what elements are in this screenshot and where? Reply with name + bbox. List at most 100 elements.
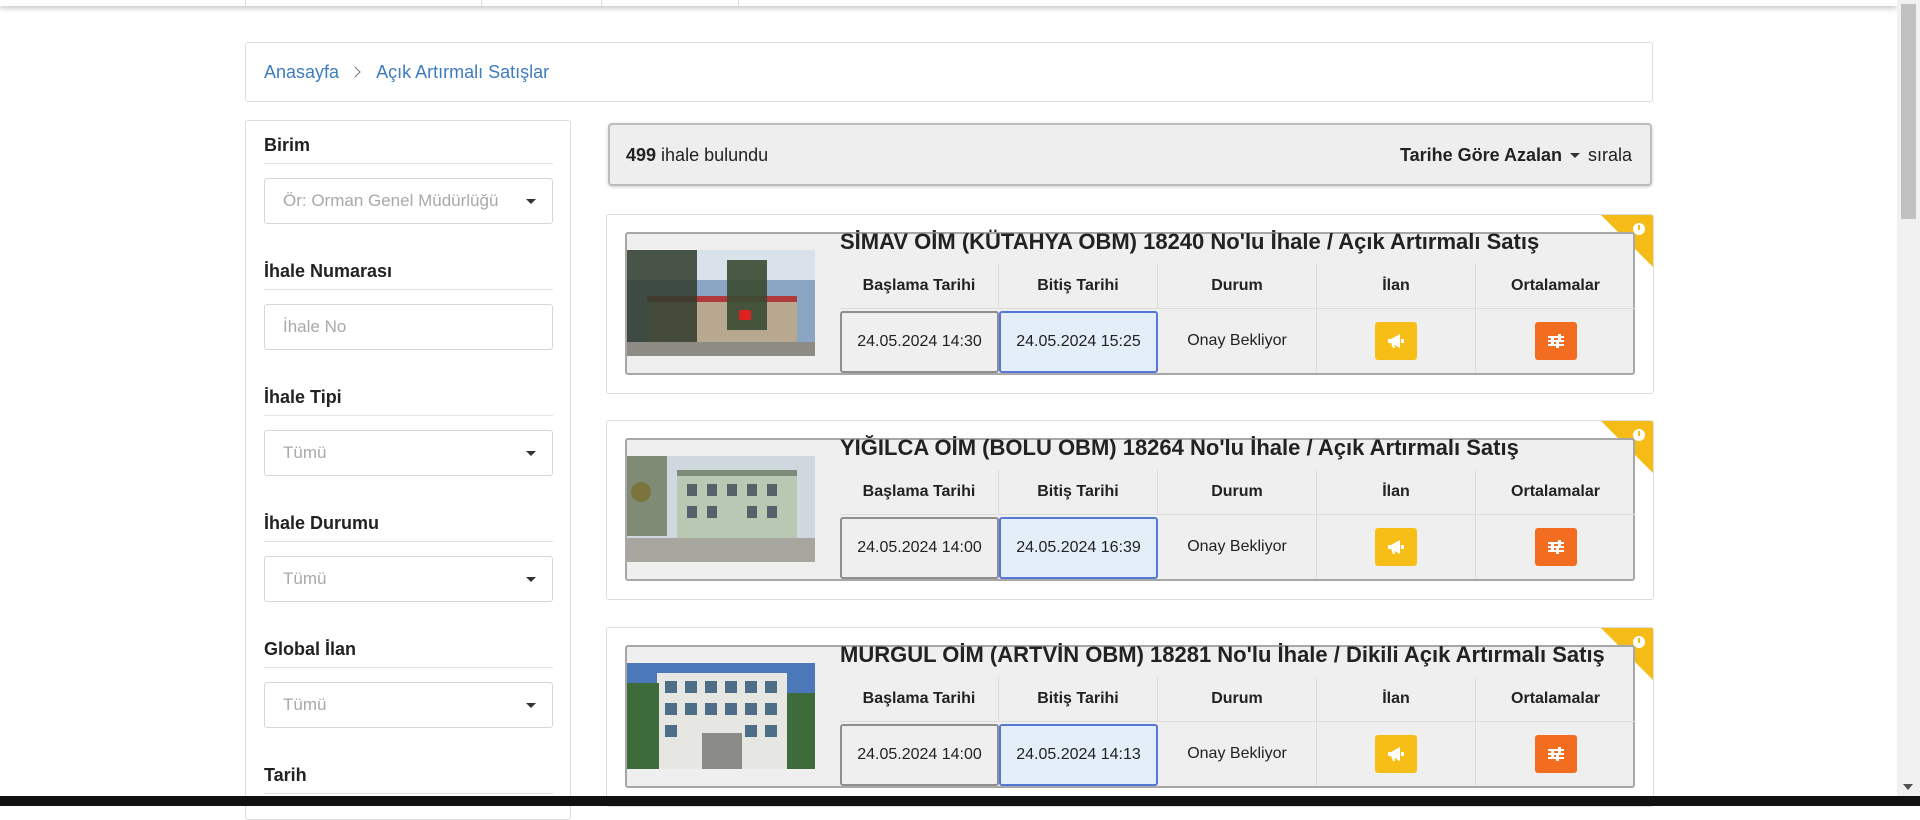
col-notice: İlan <box>1317 677 1476 721</box>
ihale-durumu-value: Tümü <box>283 569 327 588</box>
filter-tarih: Tarih <box>264 761 553 794</box>
sliders-icon <box>1547 747 1564 761</box>
col-averages: Ortalamalar <box>1511 277 1600 294</box>
col-notice: İlan <box>1317 264 1476 308</box>
ihale-no-placeholder: İhale No <box>283 317 347 336</box>
sort-control: Tarihe Göre Azalan sırala <box>1400 145 1632 166</box>
auction-table: Başlama Tarihi Bitiş Tarihi Durum İlan O… <box>840 470 1635 579</box>
table-row: 24.05.2024 14:00 24.05.2024 16:39 Onay B… <box>840 515 1635 579</box>
auction-title[interactable]: MURGUL OİM (ARTVİN OBM) 18281 No'lu İhal… <box>840 642 1605 668</box>
auction-card[interactable]: YIĞILCA OİM (BOLU OBM) 18264 No'lu İhale… <box>606 420 1654 600</box>
caret-down-icon <box>526 703 536 708</box>
averages-button[interactable] <box>1534 528 1577 566</box>
notice-cell <box>1317 515 1476 579</box>
notice-button[interactable] <box>1375 528 1417 566</box>
bottom-bar <box>0 796 1920 806</box>
megaphone-icon <box>1388 540 1404 554</box>
auction-table: Başlama Tarihi Bitiş Tarihi Durum İlan O… <box>840 677 1635 786</box>
filter-birim: Birim Ör: Orman Genel Müdürlüğü <box>264 131 553 224</box>
scrollbar-thumb[interactable] <box>1901 4 1916 219</box>
result-count-number: 499 <box>626 145 657 165</box>
global-ilan-select[interactable]: Tümü <box>264 682 553 728</box>
auction-card[interactable]: MURGUL OİM (ARTVİN OBM) 18281 No'lu İhal… <box>606 627 1654 807</box>
start-date: 24.05.2024 14:00 <box>840 517 999 579</box>
breadcrumb-home-link[interactable]: Anasayfa <box>264 62 339 83</box>
start-date: 24.05.2024 14:00 <box>840 724 999 786</box>
office-photo <box>627 250 815 356</box>
birim-placeholder: Ör: Orman Genel Müdürlüğü <box>283 191 499 210</box>
nav-divider <box>601 0 602 6</box>
megaphone-icon <box>1388 747 1404 761</box>
table-header: Başlama Tarihi Bitiş Tarihi Durum İlan O… <box>840 264 1635 309</box>
chevron-right-icon <box>349 66 361 78</box>
vertical-scrollbar[interactable] <box>1897 0 1920 796</box>
nav-divider <box>738 0 739 6</box>
averages-button[interactable] <box>1534 322 1577 360</box>
col-start: Başlama Tarihi <box>840 264 999 308</box>
megaphone-icon <box>1388 334 1404 348</box>
notice-cell <box>1317 309 1476 373</box>
table-row: 24.05.2024 14:30 24.05.2024 15:25 Onay B… <box>840 309 1635 373</box>
filter-label: İhale Tipi <box>264 383 553 416</box>
sliders-icon <box>1547 540 1564 554</box>
ihale-no-input[interactable]: İhale No <box>264 304 553 350</box>
col-start: Başlama Tarihi <box>840 470 999 514</box>
end-date: 24.05.2024 15:25 <box>999 311 1158 373</box>
caret-down-icon <box>526 577 536 582</box>
col-status: Durum <box>1158 264 1317 308</box>
auction-card-body: YIĞILCA OİM (BOLU OBM) 18264 No'lu İhale… <box>625 435 1635 581</box>
sliders-icon <box>1547 334 1564 348</box>
auction-card-body: MURGUL OİM (ARTVİN OBM) 18281 No'lu İhal… <box>625 642 1635 788</box>
table-header: Başlama Tarihi Bitiş Tarihi Durum İlan O… <box>840 470 1635 515</box>
col-averages: Ortalamalar <box>1511 483 1600 500</box>
ihale-tipi-value: Tümü <box>283 443 327 462</box>
result-count-text: ihale bulundu <box>656 145 769 165</box>
office-photo <box>627 663 815 769</box>
filter-ihale-numarasi: İhale Numarası İhale No <box>264 257 553 350</box>
col-averages: Ortalamalar <box>1511 690 1600 707</box>
results-header: 499 ihale bulundu Tarihe Göre Azalan sır… <box>608 123 1652 186</box>
filter-global-ilan: Global İlan Tümü <box>264 635 553 728</box>
breadcrumb: Anasayfa Açık Artırmalı Satışlar <box>245 42 1653 102</box>
office-photo <box>627 456 815 562</box>
averages-button[interactable] <box>1534 735 1577 773</box>
table-header: Başlama Tarihi Bitiş Tarihi Durum İlan O… <box>840 677 1635 722</box>
col-status: Durum <box>1158 470 1317 514</box>
nav-divider <box>245 0 246 6</box>
ihale-durumu-select[interactable]: Tümü <box>264 556 553 602</box>
filter-sidebar: Birim Ör: Orman Genel Müdürlüğü İhale Nu… <box>245 120 571 820</box>
sort-dropdown[interactable]: Tarihe Göre Azalan <box>1400 145 1562 166</box>
sort-suffix: sırala <box>1587 145 1632 165</box>
filter-label: İhale Durumu <box>264 509 553 542</box>
status: Onay Bekliyor <box>1158 309 1317 373</box>
end-date: 24.05.2024 16:39 <box>999 517 1158 579</box>
auction-title[interactable]: YIĞILCA OİM (BOLU OBM) 18264 No'lu İhale… <box>840 435 1519 461</box>
col-start: Başlama Tarihi <box>840 677 999 721</box>
notice-cell <box>1317 722 1476 786</box>
filter-label: Tarih <box>264 761 553 794</box>
auction-card[interactable]: SİMAV OİM (KÜTAHYA OBM) 18240 No'lu İhal… <box>606 214 1654 394</box>
breadcrumb-current-link[interactable]: Açık Artırmalı Satışlar <box>376 62 549 83</box>
notice-button[interactable] <box>1375 735 1417 773</box>
result-count: 499 ihale bulundu <box>626 145 768 166</box>
top-navigation-bar <box>0 0 1897 6</box>
caret-down-icon <box>526 199 536 204</box>
start-date: 24.05.2024 14:30 <box>840 311 999 373</box>
auction-card-body: SİMAV OİM (KÜTAHYA OBM) 18240 No'lu İhal… <box>625 229 1635 375</box>
scroll-down-arrow-icon[interactable] <box>1903 784 1913 790</box>
filter-ihale-durumu: İhale Durumu Tümü <box>264 509 553 602</box>
averages-cell <box>1476 309 1635 373</box>
col-end: Bitiş Tarihi <box>999 677 1158 721</box>
ihale-tipi-select[interactable]: Tümü <box>264 430 553 476</box>
table-row: 24.05.2024 14:00 24.05.2024 14:13 Onay B… <box>840 722 1635 786</box>
averages-cell <box>1476 515 1635 579</box>
status: Onay Bekliyor <box>1158 515 1317 579</box>
status: Onay Bekliyor <box>1158 722 1317 786</box>
global-ilan-value: Tümü <box>283 695 327 714</box>
notice-button[interactable] <box>1375 322 1417 360</box>
filter-label: Birim <box>264 131 553 164</box>
col-end: Bitiş Tarihi <box>999 470 1158 514</box>
auction-title[interactable]: SİMAV OİM (KÜTAHYA OBM) 18240 No'lu İhal… <box>840 229 1539 255</box>
birim-select[interactable]: Ör: Orman Genel Müdürlüğü <box>264 178 553 224</box>
filter-label: Global İlan <box>264 635 553 668</box>
